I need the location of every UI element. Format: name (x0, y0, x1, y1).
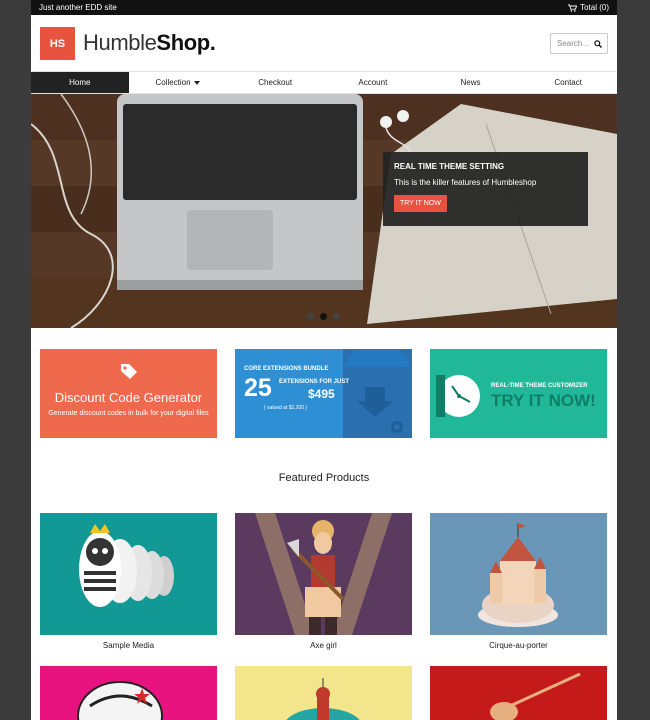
product-grid: Sample Media Axe girl Cirque-au-porter (40, 513, 607, 720)
product-name[interactable]: Axe girl (235, 635, 412, 666)
search-box[interactable]: Search .. (550, 33, 608, 54)
main-nav: Home Collection Checkout Account News Co… (31, 71, 617, 94)
nav-item-account[interactable]: Account (324, 72, 422, 93)
logo-bold-text: Shop. (156, 30, 216, 55)
featured-heading: Featured Products (278, 472, 370, 484)
product-card[interactable] (40, 666, 217, 720)
product-image (235, 513, 412, 635)
logo-badge[interactable]: HS (40, 27, 75, 60)
top-bar: Just another EDD site Total (0) (31, 0, 617, 15)
slider-dot-2[interactable] (320, 313, 327, 320)
product-image (40, 666, 217, 720)
product-name[interactable]: Cirque-au-porter (430, 635, 607, 666)
discount-title: Discount Code Generator (54, 390, 203, 405)
customizer-cta: TRY IT NOW! (491, 391, 596, 410)
bundle-banner[interactable]: CORE EXTENSIONS BUNDLE 25 EXTENSIONS FOR… (235, 349, 412, 438)
page: Just another EDD site Total (0) HS Humbl… (31, 0, 617, 720)
site-tagline: Just another EDD site (39, 3, 117, 12)
hero-slider[interactable]: REAL TIME THEME SETTING This is the kill… (31, 94, 617, 328)
product-image (235, 666, 412, 720)
bundle-number: 25 (244, 374, 272, 402)
hero-caption: REAL TIME THEME SETTING This is the kill… (383, 152, 588, 226)
product-image (430, 513, 607, 635)
product-card[interactable] (235, 666, 412, 720)
cart-total: Total (0) (580, 3, 609, 12)
site-logo[interactable]: HumbleShop. (83, 30, 216, 56)
promo-banners: Discount Code Generator Generate discoun… (40, 349, 607, 438)
customizer-heading: REAL-TIME THEME CUSTOMIZER (491, 383, 588, 389)
nav-item-collection[interactable]: Collection (129, 72, 227, 93)
product-card[interactable]: Sample Media (40, 513, 217, 666)
discount-subtitle: Generate discount codes in bulk for your… (48, 410, 209, 417)
cart-icon (568, 4, 578, 12)
bundle-price: $495 (308, 387, 335, 401)
product-image (40, 513, 217, 635)
slider-dot-3[interactable] (333, 313, 340, 320)
caption-text: This is the killer features of Humblesho… (394, 178, 537, 187)
chevron-down-icon (193, 80, 200, 85)
price-tag-icon (121, 364, 137, 379)
nav-item-news[interactable]: News (422, 72, 520, 93)
nav-item-home[interactable]: Home (31, 72, 129, 93)
search-icon[interactable] (594, 39, 602, 48)
logo-light-text: Humble (83, 30, 157, 55)
product-image (430, 666, 607, 720)
site-header: HS HumbleShop. Search .. (31, 15, 617, 71)
clock-icon (436, 375, 480, 417)
nav-item-checkout[interactable]: Checkout (226, 72, 324, 93)
customizer-banner[interactable]: REAL-TIME THEME CUSTOMIZER TRY IT NOW! (430, 349, 607, 438)
cart-link[interactable]: Total (0) (568, 3, 609, 12)
try-it-now-button[interactable]: TRY IT NOW (394, 195, 447, 212)
slider-dot-1[interactable] (307, 313, 314, 320)
discount-banner[interactable]: Discount Code Generator Generate discoun… (40, 349, 217, 438)
bundle-heading: CORE EXTENSIONS BUNDLE (244, 366, 329, 372)
bundle-value: ( valued at $2,200 ) (264, 405, 308, 411)
product-card[interactable]: Axe girl (235, 513, 412, 666)
product-name[interactable]: Sample Media (40, 635, 217, 666)
product-card[interactable]: Cirque-au-porter (430, 513, 607, 666)
bundle-extensions: EXTENSIONS FOR JUST (279, 379, 350, 385)
nav-item-contact[interactable]: Contact (519, 72, 617, 93)
slider-dots (307, 313, 340, 320)
search-input[interactable]: Search .. (557, 39, 589, 48)
caption-title: REAL TIME THEME SETTING (394, 162, 505, 171)
product-card[interactable] (430, 666, 607, 720)
